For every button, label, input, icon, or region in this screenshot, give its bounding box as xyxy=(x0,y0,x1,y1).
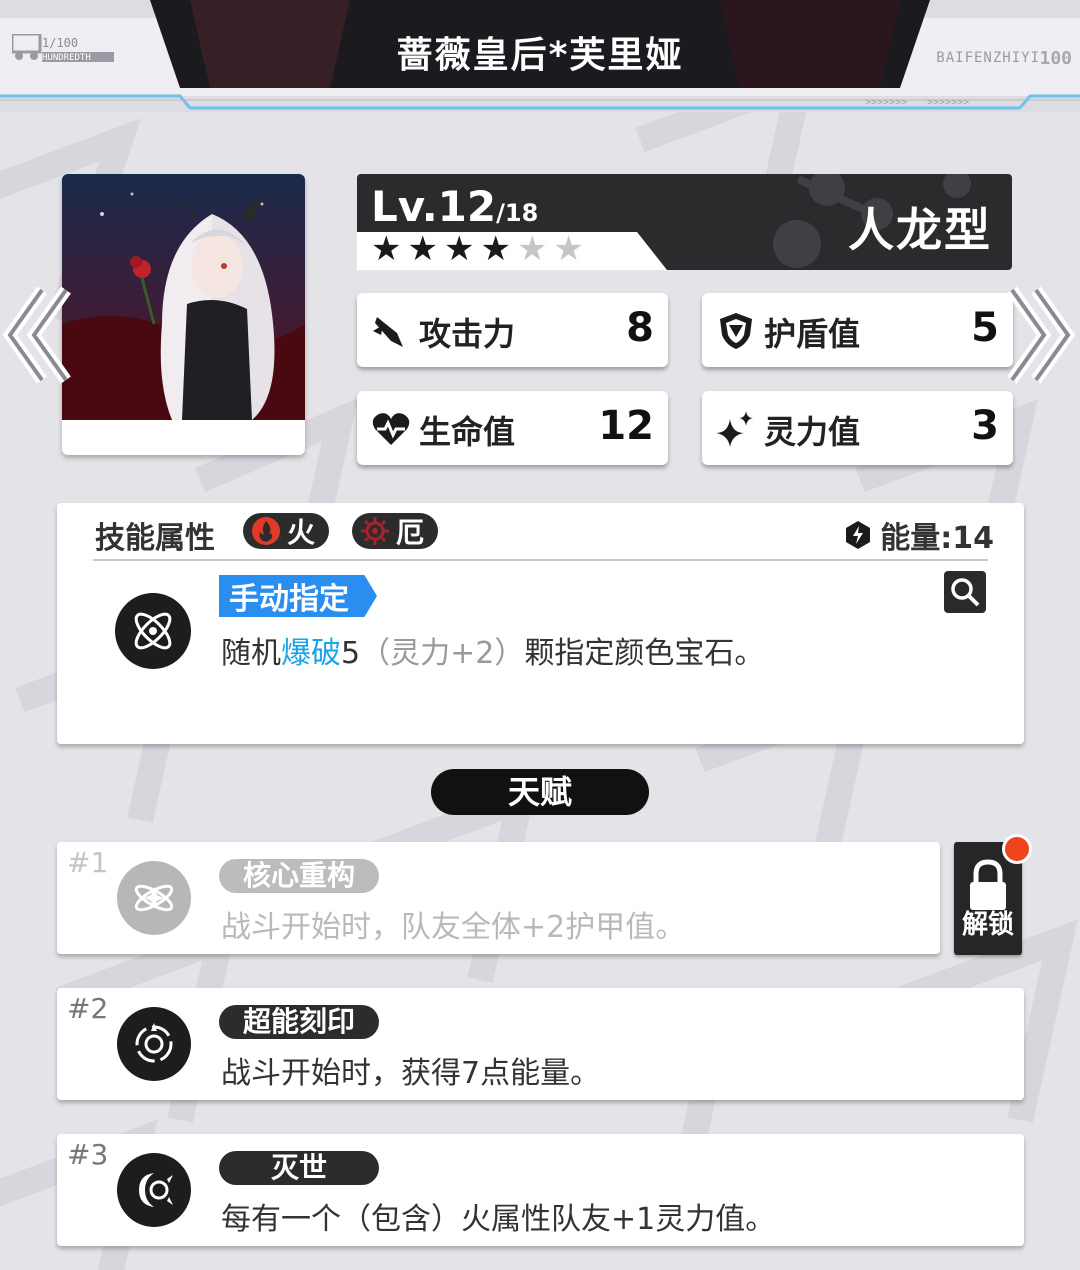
talent-description: 战斗开始时，队友全体+2护甲值。 xyxy=(221,910,686,945)
stat-attack: 攻击力 8 xyxy=(357,293,668,367)
stat-hp: 生命值 12 xyxy=(357,391,668,465)
character-portrait xyxy=(62,174,305,420)
header-arrows: >>>>>>> xyxy=(927,97,970,108)
stat-spirit: 灵力值 3 xyxy=(702,391,1013,465)
stat-label: 护盾值 xyxy=(764,315,861,353)
star-rating: ★ ★ ★ ★ ★ ★ xyxy=(371,232,584,266)
desc-part: 颗指定颜色宝石。 xyxy=(524,636,765,671)
stat-shield: 护盾值 5 xyxy=(702,293,1013,367)
atom-icon xyxy=(134,884,174,912)
stat-value: 3 xyxy=(971,403,999,449)
talent-icon xyxy=(117,1007,191,1081)
talent-name: 超能刻印 xyxy=(219,1005,379,1039)
talent-card-2: #2 超能刻印 战斗开始时，获得7点能量。 xyxy=(57,988,1024,1100)
talent-number: #2 xyxy=(67,992,109,1025)
talent-icon xyxy=(117,1153,191,1227)
destruction-icon xyxy=(139,1173,173,1207)
skill-tag: 手动指定 xyxy=(219,575,377,617)
attribute-label: 火 xyxy=(287,516,316,549)
level-value: Lv.12 xyxy=(371,182,497,231)
skill-icon xyxy=(115,593,191,669)
talent-number: #3 xyxy=(67,1138,109,1171)
energy-value: 能量:14 xyxy=(880,521,994,556)
notification-dot xyxy=(1002,834,1032,864)
skill-description: 随机爆破5（灵力+2）颗指定颜色宝石。 xyxy=(221,628,764,672)
energy-icon xyxy=(846,521,871,549)
seal-icon xyxy=(135,1023,173,1063)
search-icon xyxy=(951,578,980,607)
stat-label: 生命值 xyxy=(419,413,516,451)
stat-label: 灵力值 xyxy=(764,413,861,451)
shield-icon xyxy=(720,313,752,349)
sword-icon xyxy=(373,317,403,347)
desc-highlight: 爆破 xyxy=(281,636,341,671)
skill-detail-button[interactable] xyxy=(944,571,986,613)
orbit-icon xyxy=(134,612,172,650)
level-display: Lv.12/18 xyxy=(371,182,538,231)
talent-description: 每有一个（包含）火属性队友+1灵力值。 xyxy=(221,1202,776,1237)
talent-name: 核心重构 xyxy=(219,859,379,893)
talent-card-3: #3 灭世 每有一个（包含）火属性队友+1灵力值。 xyxy=(57,1134,1024,1246)
character-portrait-card xyxy=(62,174,305,455)
right-badge-text: BAIFENZHIYI xyxy=(936,50,1040,66)
talent-card-1: #1 核心重构 战斗开始时，队友全体+2护甲值。 xyxy=(57,842,940,954)
talent-description: 战斗开始时，获得7点能量。 xyxy=(221,1056,601,1091)
unlock-label: 解锁 xyxy=(961,910,1014,940)
skill-card: 技能属性 火 厄 能量:14 手动指定 随机爆破5（灵力+2）颗指定颜色宝石。 xyxy=(57,503,1024,744)
talent-header: 天赋 xyxy=(431,769,649,815)
attribute-label: 厄 xyxy=(396,516,425,549)
stat-label: 攻击力 xyxy=(419,315,516,353)
header-bar: 1/100 HUNDREDTH 蔷薇皇后*芙里娅 BAIFENZHIYI 100… xyxy=(0,0,1080,112)
star-empty-icon: ★ xyxy=(553,229,584,269)
energy-display: 能量:14 xyxy=(844,513,994,557)
fire-icon xyxy=(252,517,280,545)
star-empty-icon: ★ xyxy=(516,229,548,269)
star-filled-icon: ★ xyxy=(443,229,475,269)
character-type: 人龙型 xyxy=(848,203,992,257)
level-panel: Lv.12/18 ★ ★ ★ ★ ★ ★ 人龙型 xyxy=(357,174,1012,270)
level-max: /18 xyxy=(496,199,539,227)
heart-icon xyxy=(372,413,410,445)
next-character-button[interactable] xyxy=(1004,280,1076,390)
skill-attributes-title: 技能属性 xyxy=(95,521,215,556)
attribute-chip-fire: 火 xyxy=(243,513,330,549)
desc-part: 5 xyxy=(341,636,361,671)
unlock-button[interactable]: 解锁 xyxy=(954,834,1032,955)
header-arrows: >>>>>>> xyxy=(865,97,908,108)
star-filled-icon: ★ xyxy=(371,229,402,269)
page-title: 蔷薇皇后*芙里娅 xyxy=(396,35,684,76)
divider xyxy=(93,559,988,561)
sparkle-icon xyxy=(716,411,753,447)
right-badge-number: 100 xyxy=(1039,48,1072,69)
desc-dim: （灵力+2） xyxy=(360,636,525,671)
star-filled-icon: ★ xyxy=(407,229,438,269)
stat-value: 12 xyxy=(598,403,654,449)
prev-character-button[interactable] xyxy=(2,280,74,390)
talent-name: 灭世 xyxy=(219,1151,379,1185)
desc-part: 随机 xyxy=(221,636,281,671)
doom-icon xyxy=(361,517,389,545)
attribute-chip-doom: 厄 xyxy=(352,513,439,549)
talent-number: #1 xyxy=(67,846,109,879)
star-filled-icon: ★ xyxy=(480,229,511,269)
stat-value: 8 xyxy=(626,305,654,351)
stat-value: 5 xyxy=(971,305,999,351)
talent-icon xyxy=(117,861,191,935)
